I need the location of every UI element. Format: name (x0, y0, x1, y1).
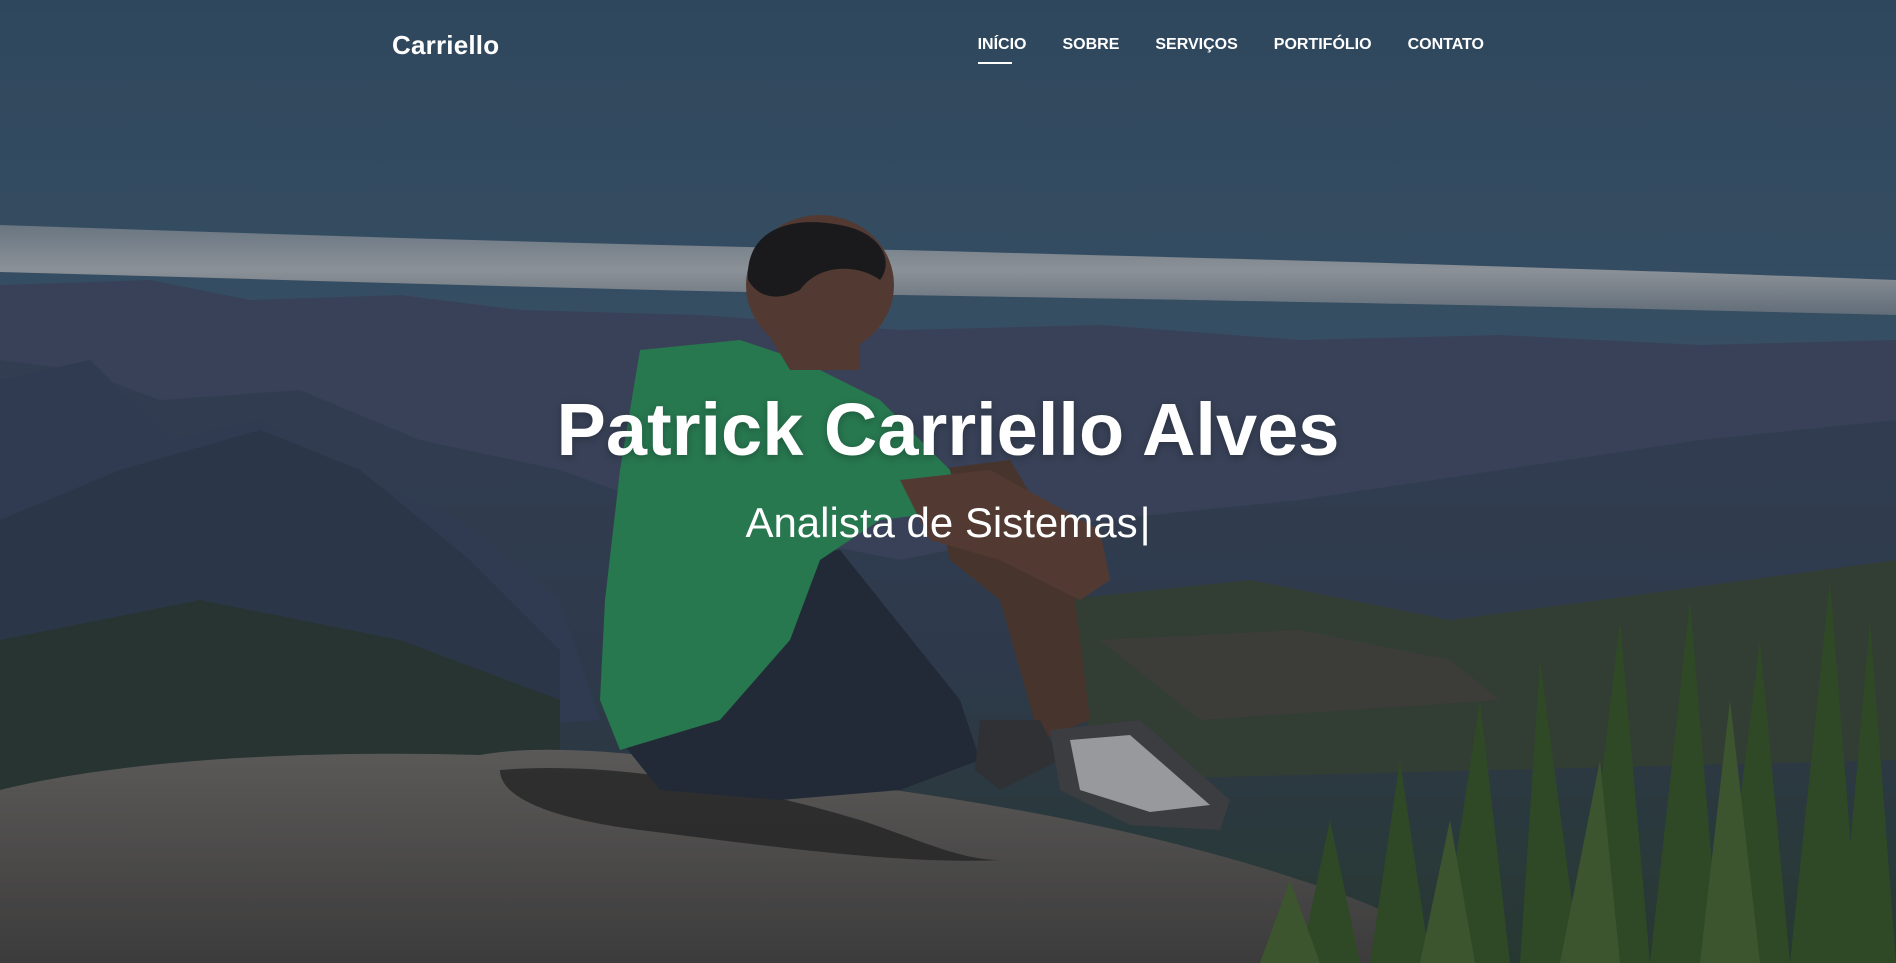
top-navbar: Carriello INÍCIO SOBRE SERVIÇOS PORTIFÓL… (0, 0, 1896, 92)
nav-link-portifolio[interactable]: PORTIFÓLIO (1274, 36, 1372, 64)
nav-link-servicos[interactable]: SERVIÇOS (1155, 36, 1237, 64)
nav-link-contato[interactable]: CONTATO (1408, 36, 1484, 64)
main-nav: INÍCIO SOBRE SERVIÇOS PORTIFÓLIO CONTATO (978, 36, 1484, 64)
hero-subtitle: Analista de Sistemas (745, 499, 1138, 546)
nav-item-sobre: SOBRE (1062, 36, 1119, 64)
nav-link-inicio[interactable]: INÍCIO (978, 36, 1027, 64)
nav-link-sobre[interactable]: SOBRE (1062, 36, 1119, 64)
brand-logo-link[interactable]: Carriello (392, 30, 499, 61)
typing-cursor: | (1139, 499, 1151, 546)
nav-item-inicio: INÍCIO (978, 36, 1027, 64)
hero-subtitle-wrapper: Analista de Sistemas| (0, 498, 1896, 548)
nav-item-contato: CONTATO (1408, 36, 1484, 64)
hero-content: Patrick Carriello Alves Analista de Sist… (0, 388, 1896, 548)
nav-item-servicos: SERVIÇOS (1155, 36, 1237, 64)
hero-title: Patrick Carriello Alves (556, 388, 1340, 471)
nav-item-portifolio: PORTIFÓLIO (1274, 36, 1372, 64)
